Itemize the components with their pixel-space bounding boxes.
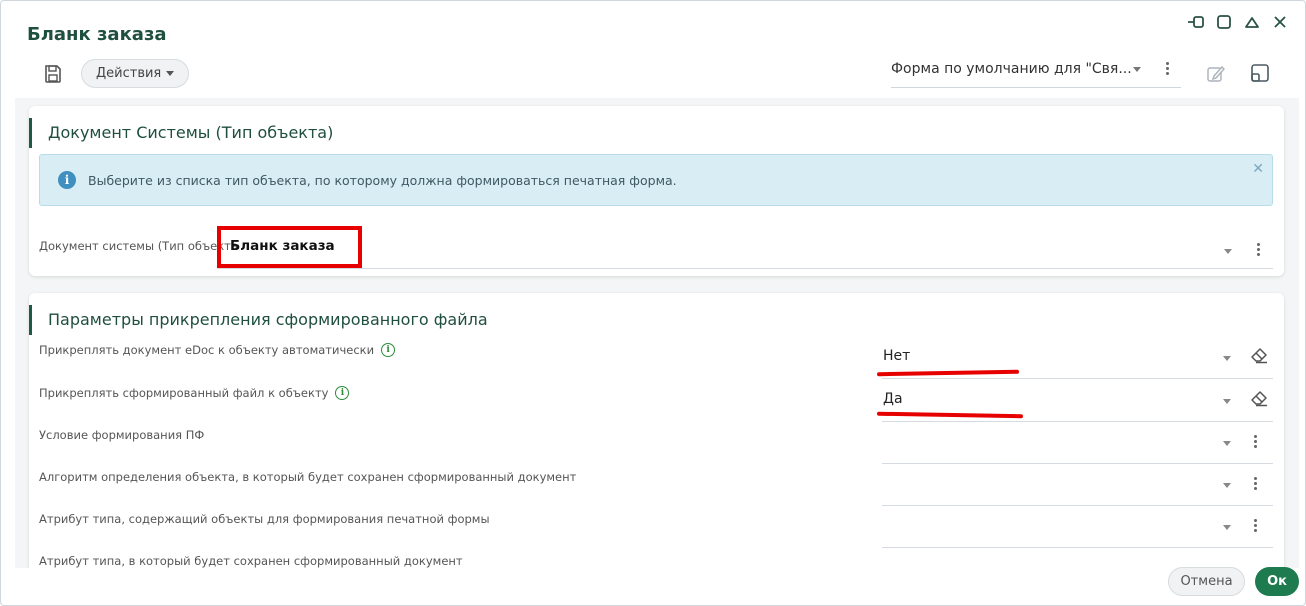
more-options-icon[interactable] [1249,435,1261,448]
dialog-window: Бланк заказа Действия Форма по умолчанию… [0,0,1306,606]
param-row: Алгоритм определения объекта, в который … [29,466,1284,508]
chevron-down-icon [1223,356,1231,361]
more-options-icon[interactable] [1252,243,1264,256]
param-label: Атрибут типа, в который будет сохранен с… [39,554,463,568]
info-banner: i Выберите из списка тип объекта, по кот… [39,154,1273,206]
chevron-down-icon [1223,525,1231,530]
chevron-down-icon [1223,483,1231,488]
param-label-text: Прикреплять сформированный файл к объект… [39,386,329,400]
chevron-down-icon [1133,67,1141,72]
param-row: Условие формирования ПФ [29,424,1284,466]
param-label: Условие формирования ПФ [39,428,205,442]
param-select[interactable] [882,466,1273,506]
param-value: Да [883,391,903,407]
param-row: Атрибут типа, в который будет сохранен с… [29,550,1284,568]
ok-button[interactable]: Ок [1255,567,1299,596]
system-document-value[interactable]: Бланк заказа [217,226,362,268]
close-icon[interactable] [1271,13,1289,31]
chevron-down-icon[interactable] [1224,249,1232,254]
param-row: Атрибут типа, содержащий объекты для фор… [29,508,1284,550]
toolbar: Действия Форма по умолчанию для "Свя... [39,58,1285,90]
actions-label: Действия [96,66,162,81]
system-document-label: Документ системы (Тип объекта [39,239,238,253]
print-form-select[interactable]: Форма по умолчанию для "Свя... [891,58,1181,88]
layout-icon[interactable] [1249,62,1271,84]
eraser-icon[interactable] [1249,346,1269,368]
info-banner-text: Выберите из списка тип объекта, по котор… [88,172,677,188]
param-value: Нет [883,348,911,364]
param-label: Атрибут типа, содержащий объекты для фор… [39,512,490,526]
chevron-down-icon [1223,441,1231,446]
collapse-icon[interactable] [1243,13,1261,31]
maximize-icon[interactable] [1215,13,1233,31]
more-options-icon[interactable] [1161,62,1173,75]
edit-icon[interactable] [1205,62,1227,84]
param-label: Прикреплять сформированный файл к объект… [39,386,350,400]
actions-button[interactable]: Действия [81,59,190,88]
info-icon[interactable]: i [335,386,350,400]
info-icon[interactable]: i [381,343,396,357]
param-label: Алгоритм определения объекта, в который … [39,470,577,484]
param-label: Прикреплять документ eDoc к объекту авто… [39,343,396,357]
close-icon[interactable]: ✕ [1252,161,1264,177]
save-icon[interactable] [39,60,67,88]
cancel-button[interactable]: Отмена [1168,567,1245,596]
dialog-content: Документ Системы (Тип объекта) i Выберит… [15,98,1299,568]
info-icon: i [58,171,76,189]
window-controls [1187,13,1289,31]
attachment-params-card: Параметры прикрепления сформированного ф… [29,293,1284,568]
param-label-text: Прикреплять документ eDoc к объекту авто… [39,343,375,357]
system-document-field-line [217,268,1273,269]
system-document-card: Документ Системы (Тип объекта) i Выберит… [29,106,1284,276]
system-document-title: Документ Системы (Тип объекта) [29,118,333,148]
param-select[interactable] [882,508,1273,548]
print-form-select-value: Форма по умолчанию для "Свя... [891,61,1132,77]
chevron-down-icon [166,71,175,76]
dialog-title: Бланк заказа [27,24,167,45]
more-options-icon[interactable] [1249,477,1261,490]
param-row: Прикреплять сформированный файл к объект… [29,382,1284,424]
more-options-icon[interactable] [1249,519,1261,532]
pin-icon[interactable] [1187,13,1205,31]
chevron-down-icon [1223,399,1231,404]
param-row: Прикреплять документ eDoc к объекту авто… [29,339,1284,381]
param-select[interactable] [882,424,1273,464]
eraser-icon[interactable] [1249,389,1269,411]
attachment-params-title: Параметры прикрепления сформированного ф… [29,305,488,335]
